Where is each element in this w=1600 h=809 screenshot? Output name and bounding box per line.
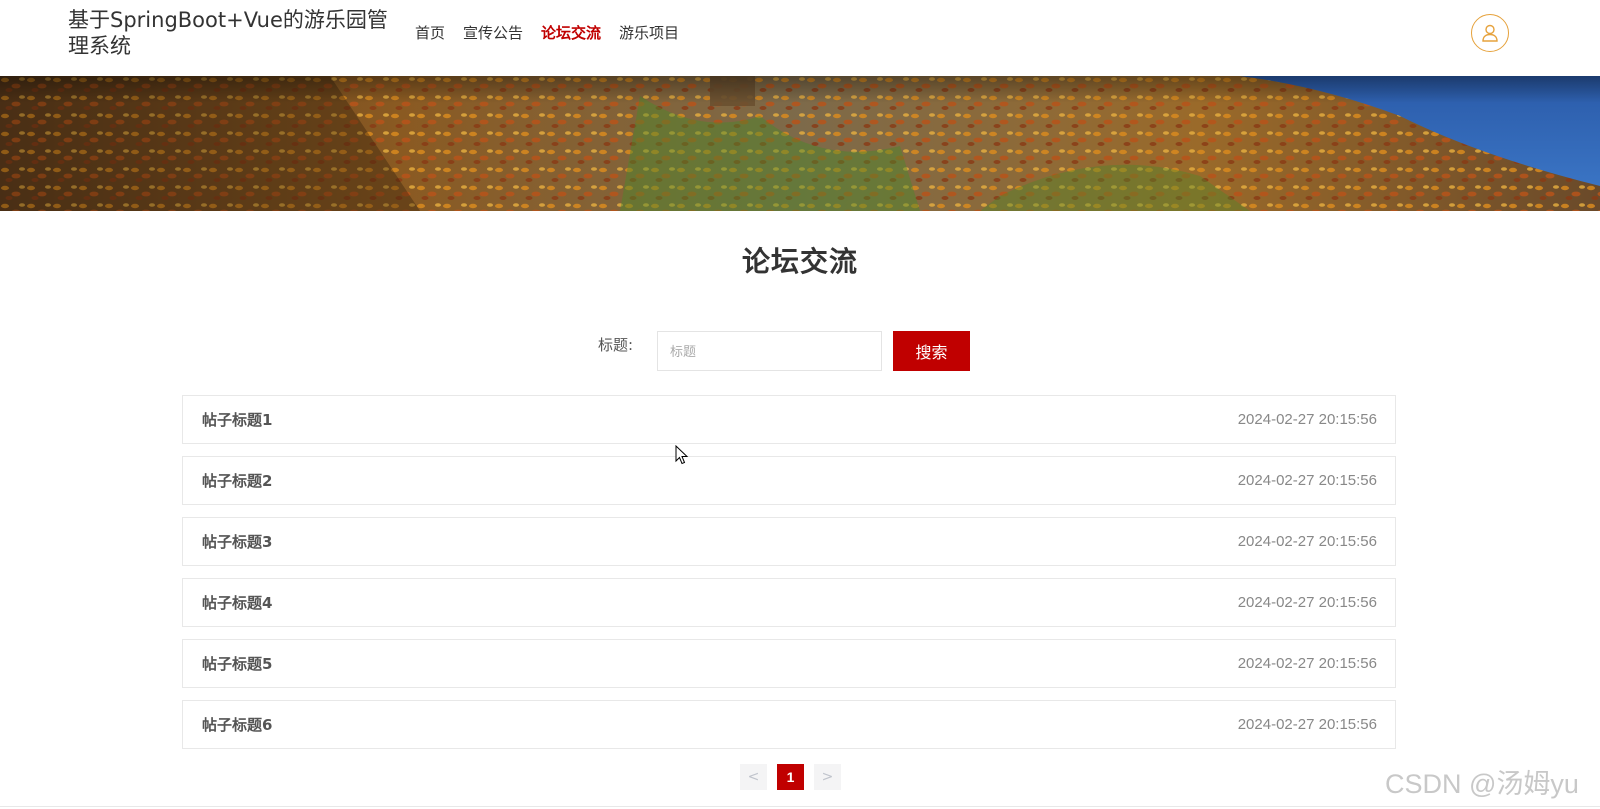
- post-title[interactable]: 帖子标题6: [202, 714, 272, 735]
- post-row[interactable]: 帖子标题1 2024-02-27 20:15:56: [182, 395, 1396, 444]
- prev-page-button[interactable]: <: [740, 764, 767, 790]
- post-row[interactable]: 帖子标题5 2024-02-27 20:15:56: [182, 639, 1396, 688]
- search-label: 标题:: [598, 336, 634, 354]
- mouse-cursor-icon: [675, 445, 689, 465]
- post-time: 2024-02-27 20:15:56: [1237, 411, 1377, 428]
- user-icon: [1482, 24, 1498, 42]
- nav-item-home[interactable]: 首页: [415, 22, 445, 44]
- post-title[interactable]: 帖子标题5: [202, 653, 272, 674]
- post-list: 帖子标题1 2024-02-27 20:15:56 帖子标题2 2024-02-…: [182, 395, 1396, 761]
- search-input[interactable]: [657, 331, 882, 371]
- post-time: 2024-02-27 20:15:56: [1237, 716, 1377, 733]
- search-button[interactable]: 搜索: [893, 331, 970, 371]
- nav-item-forum[interactable]: 论坛交流: [541, 22, 601, 44]
- post-row[interactable]: 帖子标题4 2024-02-27 20:15:56: [182, 578, 1396, 627]
- post-time: 2024-02-27 20:15:56: [1237, 472, 1377, 489]
- post-time: 2024-02-27 20:15:56: [1237, 594, 1377, 611]
- post-time: 2024-02-27 20:15:56: [1237, 533, 1377, 550]
- nav-item-attractions[interactable]: 游乐项目: [619, 22, 679, 44]
- post-title[interactable]: 帖子标题1: [202, 409, 272, 430]
- page-number-current[interactable]: 1: [777, 764, 804, 790]
- post-title[interactable]: 帖子标题2: [202, 470, 272, 491]
- main-nav: 首页 宣传公告 论坛交流 游乐项目: [415, 22, 697, 44]
- watermark: CSDN @汤姆yu: [1385, 769, 1579, 799]
- post-row[interactable]: 帖子标题2 2024-02-27 20:15:56: [182, 456, 1396, 505]
- user-avatar-button[interactable]: [1471, 14, 1509, 52]
- post-row[interactable]: 帖子标题6 2024-02-27 20:15:56: [182, 700, 1396, 749]
- post-title[interactable]: 帖子标题4: [202, 592, 272, 613]
- next-page-button[interactable]: >: [814, 764, 841, 790]
- post-row[interactable]: 帖子标题3 2024-02-27 20:15:56: [182, 517, 1396, 566]
- header: 基于SpringBoot+Vue的游乐园管理系统 首页 宣传公告 论坛交流 游乐…: [0, 0, 1600, 76]
- nav-item-announcements[interactable]: 宣传公告: [463, 22, 523, 44]
- post-title[interactable]: 帖子标题3: [202, 531, 272, 552]
- site-title[interactable]: 基于SpringBoot+Vue的游乐园管理系统: [68, 7, 398, 59]
- page-title: 论坛交流: [741, 245, 858, 278]
- footer-divider: [0, 806, 1600, 807]
- post-time: 2024-02-27 20:15:56: [1237, 655, 1377, 672]
- pagination: < 1 >: [740, 764, 841, 790]
- banner-image: [0, 76, 1600, 211]
